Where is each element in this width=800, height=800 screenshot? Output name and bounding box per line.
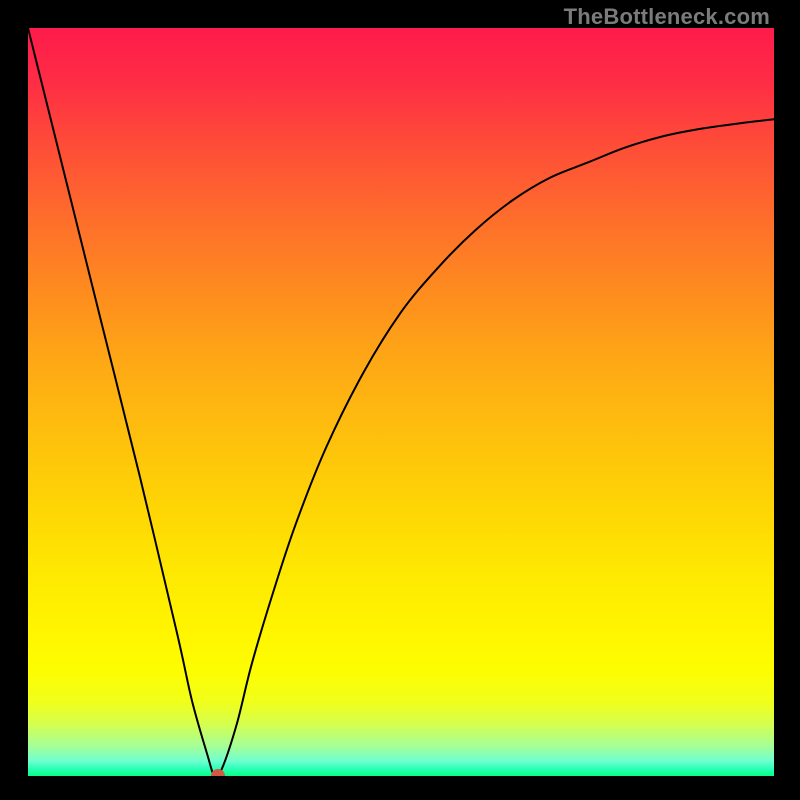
optimal-point-marker	[211, 769, 225, 783]
frame-left	[0, 0, 28, 800]
curve-layer	[28, 28, 774, 776]
frame-bottom	[0, 776, 800, 800]
frame-right	[774, 0, 800, 800]
watermark-text: TheBottleneck.com	[564, 4, 770, 30]
bottleneck-curve	[28, 28, 774, 776]
chart-stage: TheBottleneck.com	[0, 0, 800, 800]
